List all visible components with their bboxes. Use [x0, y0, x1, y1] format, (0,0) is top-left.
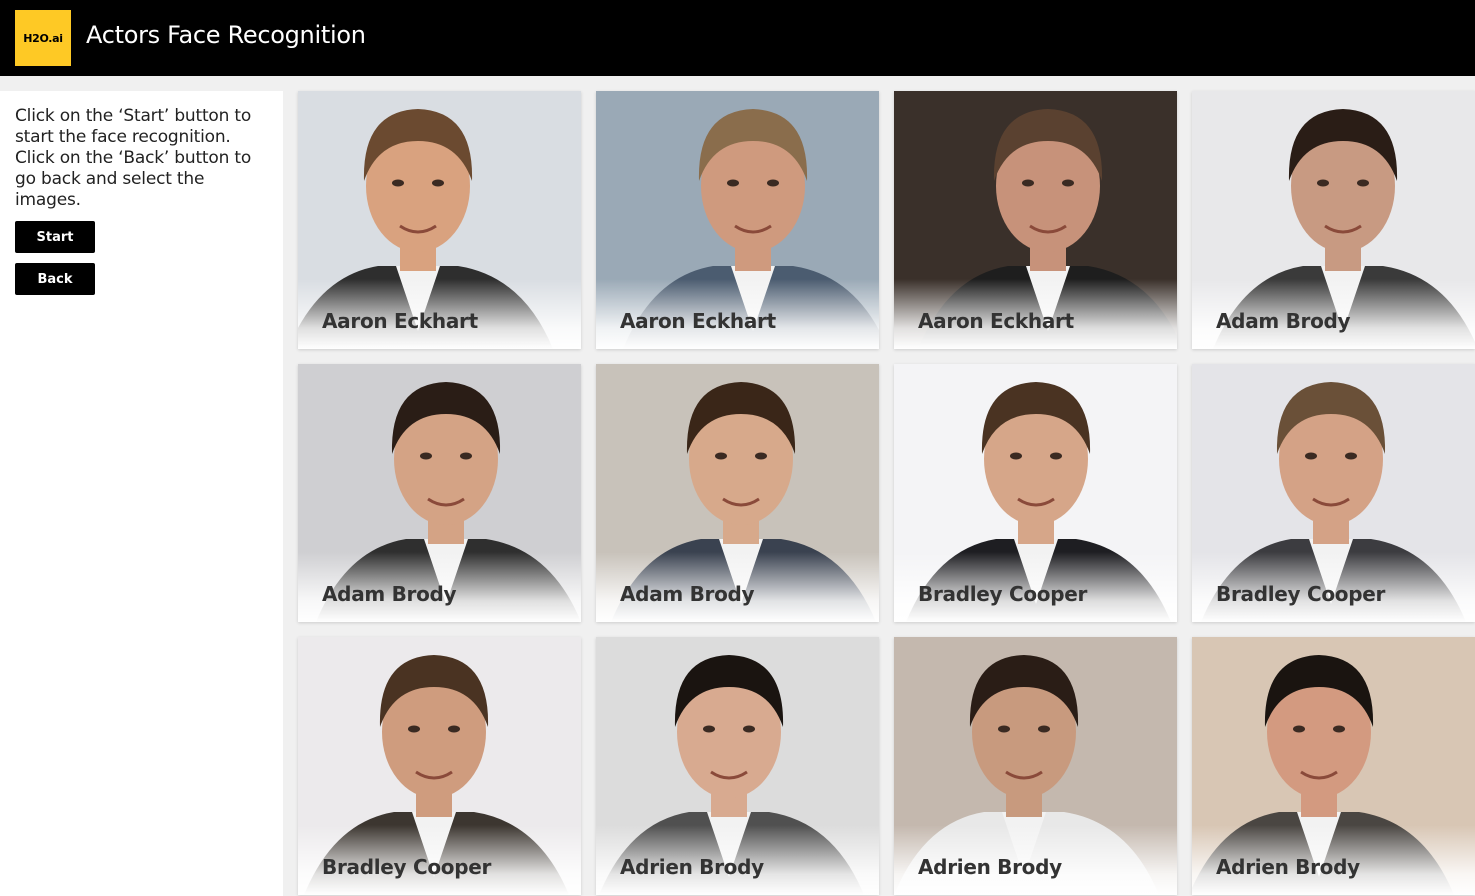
actor-name: Bradley Cooper — [918, 582, 1088, 606]
app-title: Actors Face Recognition — [86, 21, 366, 49]
instructions-text: Click on the ‘Start’ button to start the… — [15, 106, 270, 211]
back-button[interactable]: Back — [15, 263, 95, 295]
actor-name: Adrien Brody — [1216, 855, 1360, 879]
actor-card[interactable]: Bradley Cooper — [298, 637, 581, 895]
actor-card[interactable]: Aaron Eckhart — [298, 91, 581, 349]
actor-name: Adam Brody — [322, 582, 457, 606]
actor-card[interactable]: Aaron Eckhart — [894, 91, 1177, 349]
sidebar: Click on the ‘Start’ button to start the… — [0, 91, 283, 896]
actor-name: Adrien Brody — [918, 855, 1062, 879]
h2o-logo: H2O.ai — [15, 10, 71, 66]
actor-name: Aaron Eckhart — [322, 309, 478, 333]
actor-name: Aaron Eckhart — [918, 309, 1074, 333]
actor-name: Aaron Eckhart — [620, 309, 776, 333]
actor-card[interactable]: Bradley Cooper — [1192, 364, 1475, 622]
instruction-start: Click on the ‘Start’ button to start the… — [15, 106, 252, 147]
actor-card[interactable]: Bradley Cooper — [894, 364, 1177, 622]
actor-name: Bradley Cooper — [322, 855, 492, 879]
actor-card[interactable]: Adrien Brody — [894, 637, 1177, 895]
actor-card[interactable]: Adrien Brody — [596, 637, 879, 895]
actor-name: Adam Brody — [620, 582, 755, 606]
actor-card[interactable]: Adam Brody — [1192, 91, 1475, 349]
actor-name: Adam Brody — [1216, 309, 1351, 333]
actor-name: Adrien Brody — [620, 855, 764, 879]
actor-name: Bradley Cooper — [1216, 582, 1386, 606]
actor-card[interactable]: Aaron Eckhart — [596, 91, 879, 349]
start-button[interactable]: Start — [15, 221, 95, 253]
actor-card[interactable]: Adrien Brody — [1192, 637, 1475, 895]
app-header: H2O.ai Actors Face Recognition — [0, 0, 1475, 76]
actor-card[interactable]: Adam Brody — [298, 364, 581, 622]
instruction-back: Click on the ‘Back’ button to go back an… — [15, 148, 252, 210]
actor-card[interactable]: Adam Brody — [596, 364, 879, 622]
